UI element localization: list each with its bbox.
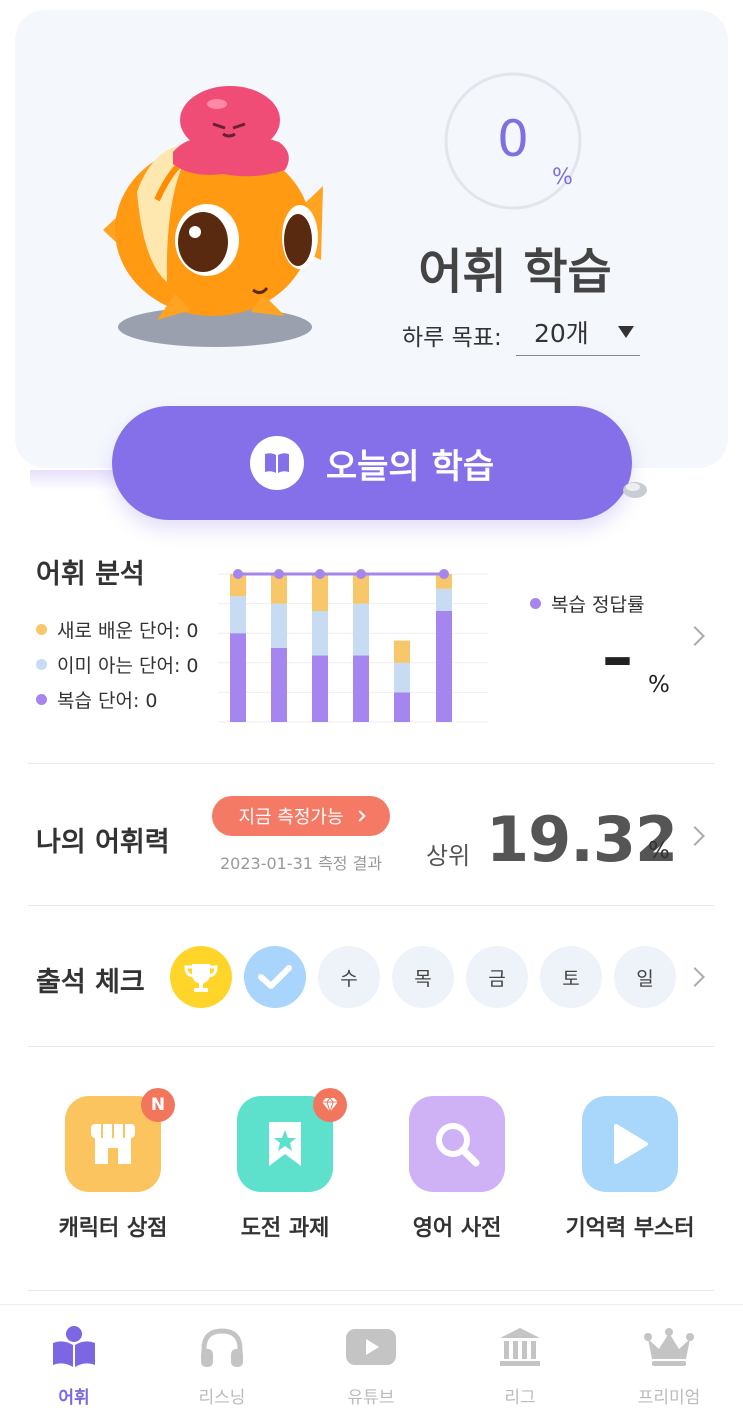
chevron-right-icon xyxy=(353,810,366,822)
rank-unit: % xyxy=(648,838,670,864)
today-study-button[interactable]: 오늘의 학습 xyxy=(112,406,632,520)
new-badge: N xyxy=(141,1088,175,1122)
nav-item-league[interactable]: 리그 xyxy=(460,1323,580,1408)
nav-item-vocab[interactable]: 어휘 xyxy=(14,1323,134,1408)
character-shop-button[interactable]: N 캐릭터 상점 xyxy=(28,1088,198,1242)
analysis-title: 어휘 분석 xyxy=(36,559,145,590)
nav-label: 리스닝 xyxy=(198,1388,246,1408)
chart-bar-segment xyxy=(271,648,287,722)
store-icon: N xyxy=(65,1088,175,1192)
measure-now-button[interactable]: 지금 측정가능 xyxy=(212,796,390,836)
daily-goal-select[interactable]: 20개 xyxy=(516,308,640,356)
progress-unit: % xyxy=(552,165,573,190)
chart-bar-segment xyxy=(230,633,246,722)
accuracy-unit: % xyxy=(648,672,670,698)
shortcut-label: 기억력 부스터 xyxy=(565,1216,695,1241)
nav-item-premium[interactable]: 프리미엄 xyxy=(609,1323,729,1408)
vocab-level-title: 나의 어휘력 xyxy=(36,827,170,858)
chart-bar-segment xyxy=(436,588,452,611)
dictionary-button[interactable]: 영어 사전 xyxy=(372,1096,542,1242)
legend-dot xyxy=(530,598,541,609)
chart-bar-segment xyxy=(353,603,369,656)
play-icon xyxy=(582,1096,678,1192)
accuracy-label: 복습 정답률 xyxy=(551,594,645,616)
accuracy-legend: 복습 정답률 xyxy=(530,590,644,617)
attendance-day: 금 xyxy=(466,946,528,1008)
legend-dot xyxy=(36,694,47,705)
divider xyxy=(28,1290,714,1291)
book-icon xyxy=(249,436,304,490)
chart-accuracy-point xyxy=(274,569,284,579)
chart-bar-segment xyxy=(312,574,328,611)
shortcut-label: 영어 사전 xyxy=(412,1216,502,1241)
fish-octopus-mascot-icon xyxy=(103,86,323,347)
legend-dot xyxy=(36,659,47,670)
nav-item-listening[interactable]: 리스닝 xyxy=(162,1323,282,1408)
nav-item-youtube[interactable]: 유튜브 xyxy=(311,1323,431,1408)
daily-goal-label: 하루 목표: xyxy=(402,325,502,351)
divider xyxy=(28,763,714,764)
attendance-day: 일 xyxy=(614,946,676,1008)
book-icon xyxy=(14,1323,134,1371)
chart-bar-segment xyxy=(271,603,287,648)
dropdown-caret-icon xyxy=(618,326,634,338)
chart-accuracy-point xyxy=(233,569,243,579)
vocab-level-chevron-right-icon[interactable] xyxy=(685,826,705,846)
nav-label: 유튜브 xyxy=(347,1388,395,1408)
chart-bar-segment xyxy=(353,655,369,722)
rank-label: 상위 xyxy=(426,842,471,870)
attendance-day: 목 xyxy=(392,946,454,1008)
league-building-icon xyxy=(460,1323,580,1371)
trophy-icon xyxy=(170,946,232,1008)
chart-bar-segment xyxy=(312,655,328,722)
measure-date: 2023-01-31 측정 결과 xyxy=(220,854,383,873)
attendance-title: 출석 체크 xyxy=(36,967,145,998)
nav-label: 프리미엄 xyxy=(637,1388,701,1408)
divider xyxy=(28,905,714,906)
today-study-label: 오늘의 학습 xyxy=(325,446,495,487)
legend-dot xyxy=(36,624,47,635)
nav-label: 어휘 xyxy=(58,1388,90,1408)
pebble-decoration-icon xyxy=(623,482,647,498)
progress-value: 0 xyxy=(497,110,529,168)
youtube-icon xyxy=(311,1323,431,1371)
chart-accuracy-point xyxy=(315,569,325,579)
daily-goal-value: 20개 xyxy=(534,318,589,348)
nav-label: 리그 xyxy=(504,1388,536,1408)
check-icon xyxy=(244,946,306,1008)
divider xyxy=(28,1046,714,1047)
page-title: 어휘 학습 xyxy=(418,244,612,300)
challenge-button[interactable]: 도전 과제 xyxy=(200,1088,370,1242)
chart-accuracy-point xyxy=(356,569,366,579)
legend-label: 이미 아는 단어: 0 xyxy=(57,655,199,677)
chart-bar-segment xyxy=(394,662,410,693)
chart-bar-segment xyxy=(436,611,452,722)
chart-bar-segment xyxy=(312,611,328,656)
bottom-nav: 어휘 리스닝 유튜브 리그 프리미엄 xyxy=(0,1304,743,1414)
memory-booster-button[interactable]: 기억력 부스터 xyxy=(545,1096,715,1242)
legend-review-words: 복습 단어: 0 xyxy=(36,686,158,713)
attendance-day: 수 xyxy=(318,946,380,1008)
chart-accuracy-point xyxy=(439,569,449,579)
chart-bar-segment xyxy=(230,596,246,634)
headphones-icon xyxy=(162,1323,282,1371)
accuracy-value: – xyxy=(602,620,633,693)
vocab-analysis-chart xyxy=(218,569,488,723)
shortcut-label: 도전 과제 xyxy=(240,1216,330,1241)
chart-bar-segment xyxy=(394,640,410,663)
bookmark-star-icon xyxy=(237,1088,347,1192)
legend-new-words: 새로 배운 단어: 0 xyxy=(36,616,199,643)
attendance-day: 토 xyxy=(540,946,602,1008)
shortcut-label: 캐릭터 상점 xyxy=(58,1216,168,1241)
gem-badge-icon xyxy=(313,1088,347,1122)
crown-icon xyxy=(609,1323,729,1371)
legend-known-words: 이미 아는 단어: 0 xyxy=(36,651,199,678)
analysis-chevron-right-icon[interactable] xyxy=(685,626,705,646)
legend-label: 복습 단어: 0 xyxy=(57,690,158,712)
attendance-chevron-right-icon[interactable] xyxy=(685,967,705,987)
measure-now-label: 지금 측정가능 xyxy=(238,807,344,828)
magnifier-icon xyxy=(409,1096,505,1192)
legend-label: 새로 배운 단어: 0 xyxy=(57,620,199,642)
chart-bar-segment xyxy=(394,692,410,722)
